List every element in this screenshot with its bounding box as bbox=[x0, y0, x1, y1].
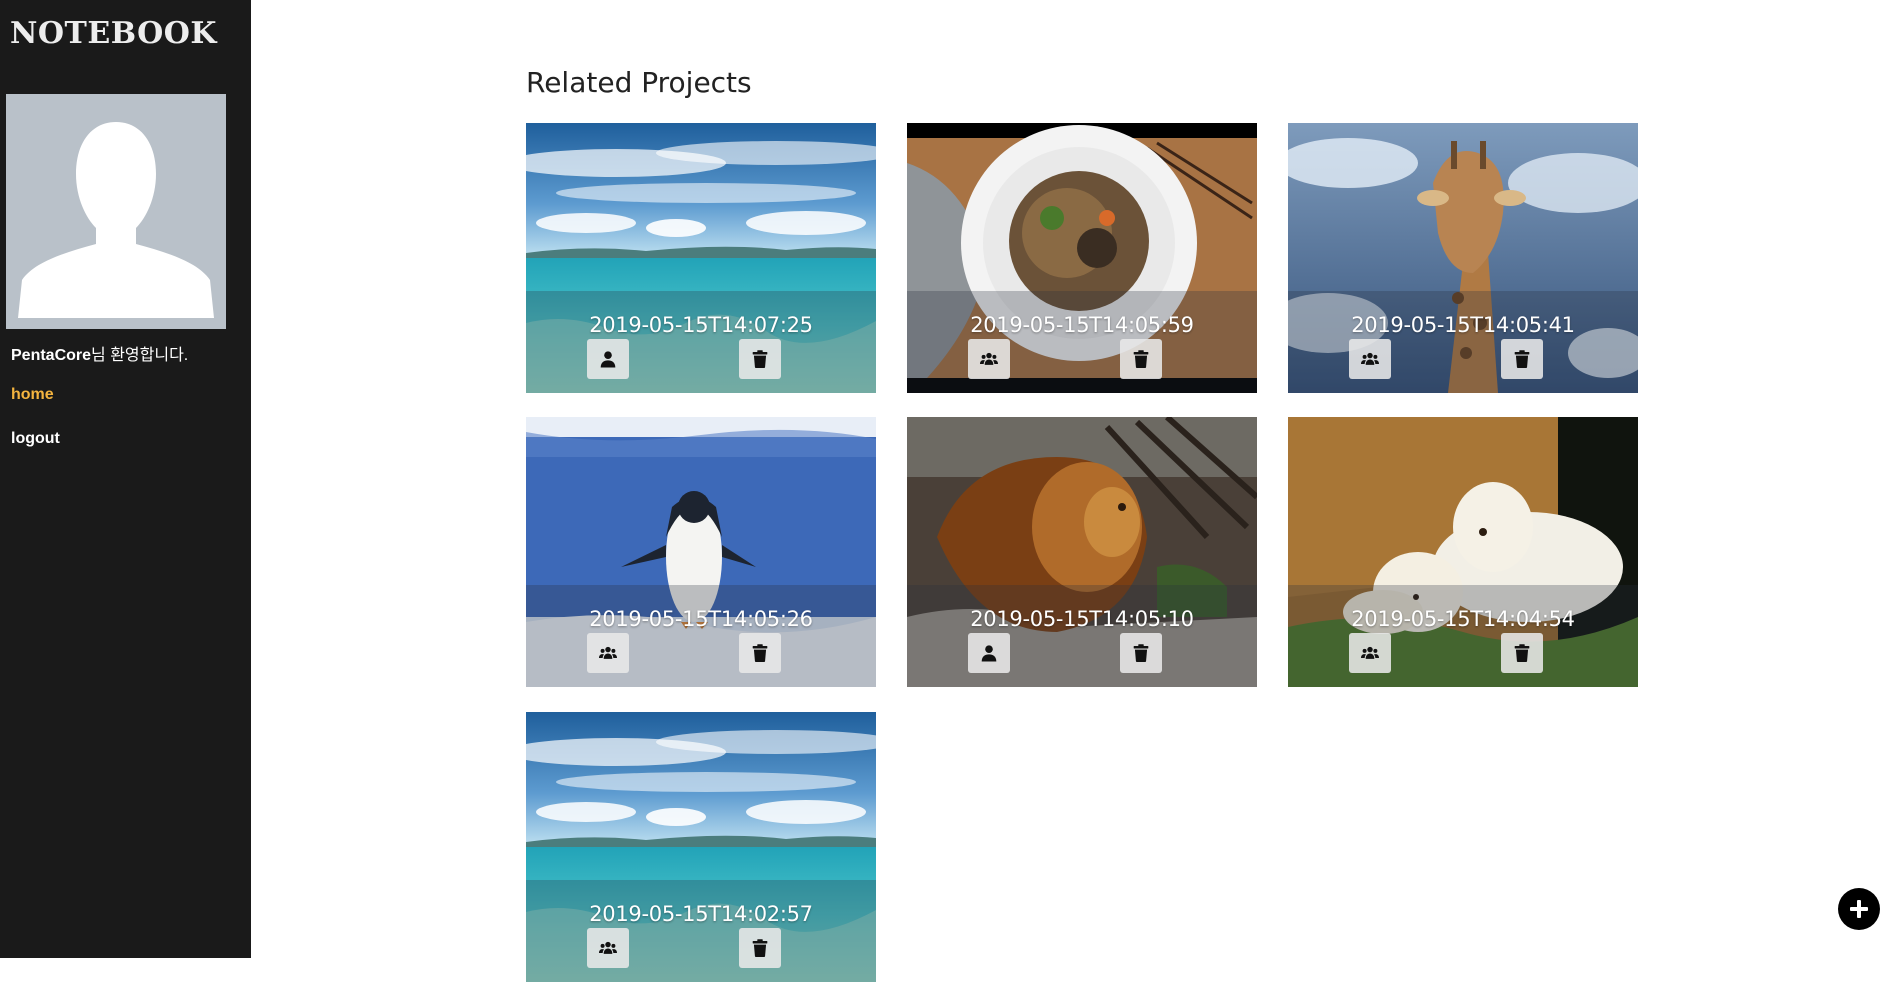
share-button[interactable] bbox=[587, 633, 629, 673]
user-name: PentaCore bbox=[11, 347, 92, 364]
card-overlay bbox=[526, 291, 876, 393]
project-date: 2019-05-15T14:04:54 bbox=[1351, 607, 1575, 631]
welcome-suffix: 님 환영합니다. bbox=[91, 347, 189, 364]
project-card[interactable]: 2019-05-15T14:05:10 bbox=[907, 417, 1257, 687]
share-button[interactable] bbox=[1349, 339, 1391, 379]
project-date: 2019-05-15T14:05:26 bbox=[589, 607, 813, 631]
share-button[interactable] bbox=[1349, 633, 1391, 673]
project-card[interactable]: 2019-05-15T14:05:26 bbox=[526, 417, 876, 687]
project-card[interactable]: 2019-05-15T14:07:25 bbox=[526, 123, 876, 393]
avatar bbox=[6, 94, 226, 329]
user-icon bbox=[599, 350, 617, 368]
page-title: Related Projects bbox=[526, 66, 752, 99]
card-overlay bbox=[907, 585, 1257, 687]
users-icon bbox=[980, 350, 998, 368]
project-card[interactable]: 2019-05-15T14:02:57 bbox=[526, 712, 876, 982]
project-date: 2019-05-15T14:05:59 bbox=[970, 313, 1194, 337]
trash-icon bbox=[751, 644, 769, 662]
trash-icon bbox=[751, 350, 769, 368]
nav-logout[interactable]: logout bbox=[11, 430, 60, 448]
share-button[interactable] bbox=[587, 339, 629, 379]
trash-icon bbox=[1513, 350, 1531, 368]
delete-button[interactable] bbox=[1501, 339, 1543, 379]
plus-icon bbox=[1850, 900, 1868, 918]
project-date: 2019-05-15T14:02:57 bbox=[589, 902, 813, 926]
avatar-silhouette-icon bbox=[6, 94, 226, 329]
delete-button[interactable] bbox=[739, 633, 781, 673]
share-button[interactable] bbox=[968, 339, 1010, 379]
share-button[interactable] bbox=[968, 633, 1010, 673]
project-date: 2019-05-15T14:05:10 bbox=[970, 607, 1194, 631]
project-card[interactable]: 2019-05-15T14:05:59 bbox=[907, 123, 1257, 393]
trash-icon bbox=[1132, 350, 1150, 368]
add-project-button[interactable] bbox=[1838, 888, 1880, 930]
card-overlay bbox=[526, 880, 876, 982]
nav-home[interactable]: home bbox=[11, 386, 54, 404]
project-card[interactable]: 2019-05-15T14:05:41 bbox=[1288, 123, 1638, 393]
delete-button[interactable] bbox=[739, 339, 781, 379]
trash-icon bbox=[1513, 644, 1531, 662]
brand-logo[interactable]: NOTEBOOK bbox=[10, 16, 217, 51]
project-date: 2019-05-15T14:05:41 bbox=[1351, 313, 1575, 337]
users-icon bbox=[599, 939, 617, 957]
card-overlay bbox=[1288, 291, 1638, 393]
users-icon bbox=[1361, 350, 1379, 368]
welcome-message: PentaCore님 환영합니다. bbox=[11, 341, 188, 365]
project-card[interactable]: 2019-05-15T14:04:54 bbox=[1288, 417, 1638, 687]
card-overlay bbox=[526, 585, 876, 687]
trash-icon bbox=[1132, 644, 1150, 662]
sidebar: NOTEBOOK PentaCore님 환영합니다. home logout bbox=[0, 0, 251, 958]
delete-button[interactable] bbox=[1120, 339, 1162, 379]
users-icon bbox=[599, 644, 617, 662]
users-icon bbox=[1361, 644, 1379, 662]
card-overlay bbox=[907, 291, 1257, 393]
trash-icon bbox=[751, 939, 769, 957]
card-overlay bbox=[1288, 585, 1638, 687]
share-button[interactable] bbox=[587, 928, 629, 968]
delete-button[interactable] bbox=[1501, 633, 1543, 673]
delete-button[interactable] bbox=[1120, 633, 1162, 673]
project-date: 2019-05-15T14:07:25 bbox=[589, 313, 813, 337]
user-icon bbox=[980, 644, 998, 662]
delete-button[interactable] bbox=[739, 928, 781, 968]
